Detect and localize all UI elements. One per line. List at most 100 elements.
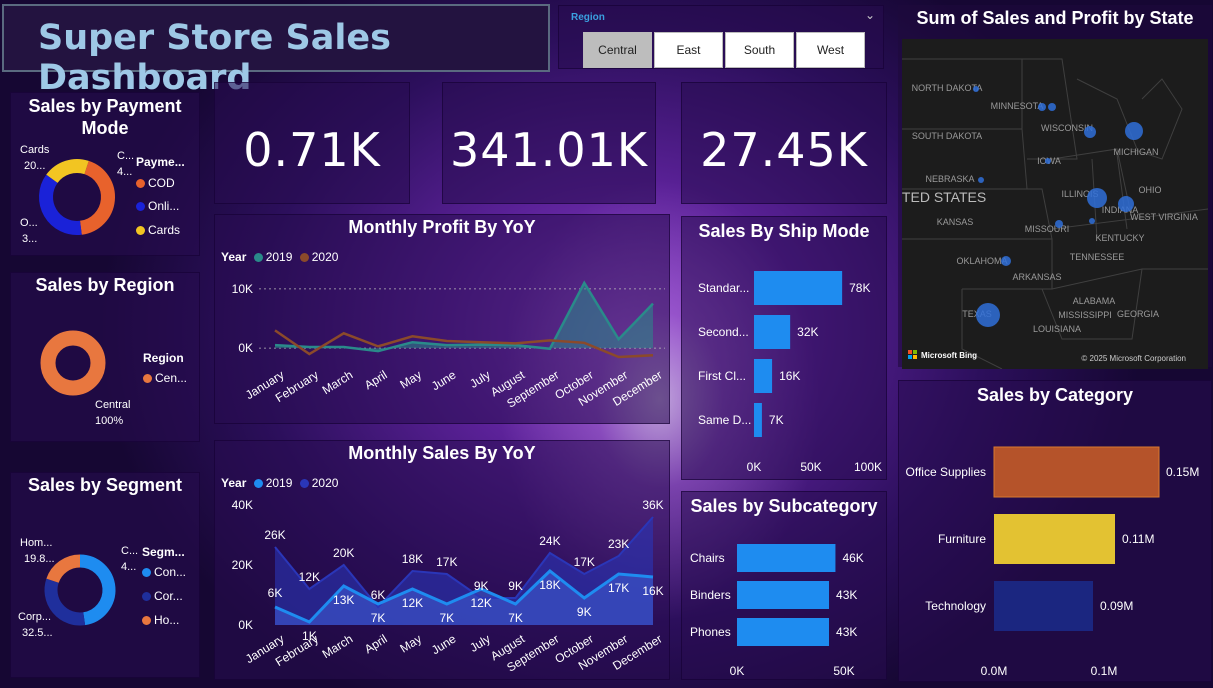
sales-label-2019: 7K bbox=[439, 611, 454, 625]
segment-legend-home[interactable]: Ho... bbox=[142, 613, 179, 627]
map-state-bubble bbox=[1038, 103, 1046, 111]
slicer-option-west[interactable]: West bbox=[796, 32, 865, 68]
subcategory-value-label: 46K bbox=[842, 551, 863, 565]
map-copyright: © 2025 Microsoft Corporation bbox=[1081, 354, 1186, 363]
category-category-label: Technology bbox=[925, 599, 986, 613]
map-state-label: TENNESSEE bbox=[1070, 252, 1125, 262]
payment-mode-title: Sales by Payment Mode bbox=[28, 96, 182, 138]
map-state-bubble bbox=[976, 303, 1000, 327]
region-legend-central[interactable]: Cen... bbox=[143, 371, 187, 385]
legend-dot-icon bbox=[143, 374, 152, 384]
sales-label-2019: 12K bbox=[402, 596, 423, 610]
legend-dot-icon bbox=[142, 616, 151, 626]
payment-legend-online[interactable]: Onli... bbox=[136, 199, 179, 213]
map-state-bubble bbox=[1045, 158, 1051, 164]
dashboard-title-box: Super Store Sales Dashboard bbox=[2, 4, 550, 98]
map-state-label: KENTUCKY bbox=[1095, 233, 1144, 243]
region-title: Sales by Region bbox=[35, 275, 175, 295]
ship-mode-x-tick: 0K bbox=[747, 460, 762, 474]
subcategory-x-tick: 50K bbox=[833, 664, 854, 678]
region-legend-title: Region bbox=[143, 351, 184, 365]
segment-slice-2 bbox=[46, 554, 81, 584]
payment-slice-1 bbox=[39, 174, 82, 235]
payment-legend-title: Payme... bbox=[136, 155, 185, 169]
map-state-label: OHIO bbox=[1138, 185, 1161, 195]
subcategory-category-label: Chairs bbox=[690, 551, 725, 565]
bing-logo-icon bbox=[908, 350, 912, 354]
legend-dot-icon bbox=[142, 592, 151, 602]
sales-label-2020: 17K bbox=[436, 555, 457, 569]
profit-x-tick: April bbox=[362, 368, 390, 393]
segment-label-corp: Corp... bbox=[18, 611, 52, 623]
ship-mode-x-tick: 50K bbox=[800, 460, 821, 474]
ship-mode-value-label: 7K bbox=[769, 413, 784, 427]
profit-y-tick: 10K bbox=[232, 282, 253, 296]
category-value-label: 0.11M bbox=[1122, 532, 1154, 546]
category-category-label: Furniture bbox=[938, 532, 986, 546]
map-state-bubble bbox=[1089, 218, 1095, 224]
map-state-bubble bbox=[978, 177, 984, 183]
subcategory-chart: Chairs 46K Binders 43K Phones 43K 0K 50K bbox=[690, 544, 864, 678]
state-map[interactable]: NORTH DAKOTAMINNESOTASOUTH DAKOTAWISCONS… bbox=[902, 39, 1208, 369]
kpi-value-3: 27.45K bbox=[700, 123, 868, 177]
map-bing-label: Microsoft Bing bbox=[921, 351, 977, 360]
legend-dot-icon bbox=[136, 202, 145, 212]
map-state-bubble bbox=[1055, 220, 1063, 228]
region-slicer: Region ⌄ Central East South West bbox=[558, 5, 884, 69]
sales-x-tick: May bbox=[397, 632, 424, 656]
map-state-label: OKLAHOMA bbox=[956, 256, 1007, 266]
sales-y-tick: 40K bbox=[232, 498, 253, 512]
map-state-label: UNITED STATES bbox=[902, 189, 986, 205]
map-state-label: NORTH DAKOTA bbox=[912, 83, 983, 93]
bing-logo-icon bbox=[913, 355, 917, 359]
subcategory-category-label: Phones bbox=[690, 625, 731, 639]
legend-dot-icon bbox=[136, 179, 145, 189]
ship-mode-category-label: First Cl... bbox=[698, 369, 746, 383]
map-state-bubble bbox=[1084, 126, 1096, 138]
slicer-collapse-icon[interactable]: ⌄ bbox=[865, 8, 875, 22]
segment-label-corp-val: 32.5... bbox=[22, 627, 53, 639]
category-category-label: Office Supplies bbox=[906, 465, 987, 479]
ship-mode-category-label: Same D... bbox=[698, 413, 751, 427]
ship-mode-bar bbox=[754, 271, 843, 305]
sales-label-2019: 7K bbox=[371, 611, 386, 625]
map-state-label: SOUTH DAKOTA bbox=[912, 131, 982, 141]
sales-label-2019: 12K bbox=[471, 596, 492, 610]
map-title: Sum of Sales and Profit by State bbox=[916, 8, 1194, 28]
sales-label-2020: 23K bbox=[608, 537, 629, 551]
sales-x-tick: April bbox=[362, 632, 390, 657]
map-state-label: GEORGIA bbox=[1117, 309, 1159, 319]
map-state-label: MISSISSIPPI bbox=[1058, 310, 1112, 320]
payment-slice-0 bbox=[79, 160, 115, 235]
legend-dot-icon bbox=[142, 568, 151, 578]
ship-mode-value-label: 78K bbox=[849, 281, 870, 295]
kpi-value-2: 341.01K bbox=[449, 123, 649, 177]
slicer-option-south[interactable]: South bbox=[725, 32, 794, 68]
sales-label-2020: 6K bbox=[371, 588, 386, 602]
segment-slice-1 bbox=[44, 578, 86, 626]
slicer-option-central[interactable]: Central bbox=[583, 32, 652, 68]
map-state-label: MINNESOTA bbox=[991, 101, 1044, 111]
map-state-label: NEBRASKA bbox=[925, 174, 974, 184]
map-state-label: KANSAS bbox=[937, 217, 974, 227]
sales-label-2020: 24K bbox=[539, 534, 560, 548]
bing-logo-icon bbox=[913, 350, 917, 354]
segment-legend-consumer[interactable]: Con... bbox=[142, 565, 186, 579]
segment-legend-corporate[interactable]: Cor... bbox=[142, 589, 183, 603]
payment-donut bbox=[39, 159, 115, 235]
monthly-sales-panel: Monthly Sales By YoY Year 2019 2020 40K 2… bbox=[214, 440, 670, 680]
region-donut bbox=[40, 330, 106, 396]
bing-logo-icon bbox=[908, 355, 912, 359]
sales-label-2019: 6K bbox=[268, 586, 283, 600]
payment-label-online-val: 3... bbox=[22, 233, 38, 245]
payment-legend-cards[interactable]: Cards bbox=[136, 223, 180, 237]
slicer-label: Region bbox=[571, 12, 605, 23]
sales-label-2019: 16K bbox=[642, 584, 663, 598]
monthly-sales-chart: 40K 20K 0K 26K 12K 20K 6K 18K 17K 9K 9K 24K 17K 23K 36… bbox=[232, 498, 665, 675]
segment-slice-0 bbox=[79, 554, 116, 626]
slicer-option-east[interactable]: East bbox=[654, 32, 723, 68]
payment-legend-cod[interactable]: COD bbox=[136, 176, 175, 190]
category-bar bbox=[994, 581, 1093, 631]
map-state-label: LOUISIANA bbox=[1033, 324, 1081, 334]
payment-label-online: O... bbox=[20, 217, 38, 229]
